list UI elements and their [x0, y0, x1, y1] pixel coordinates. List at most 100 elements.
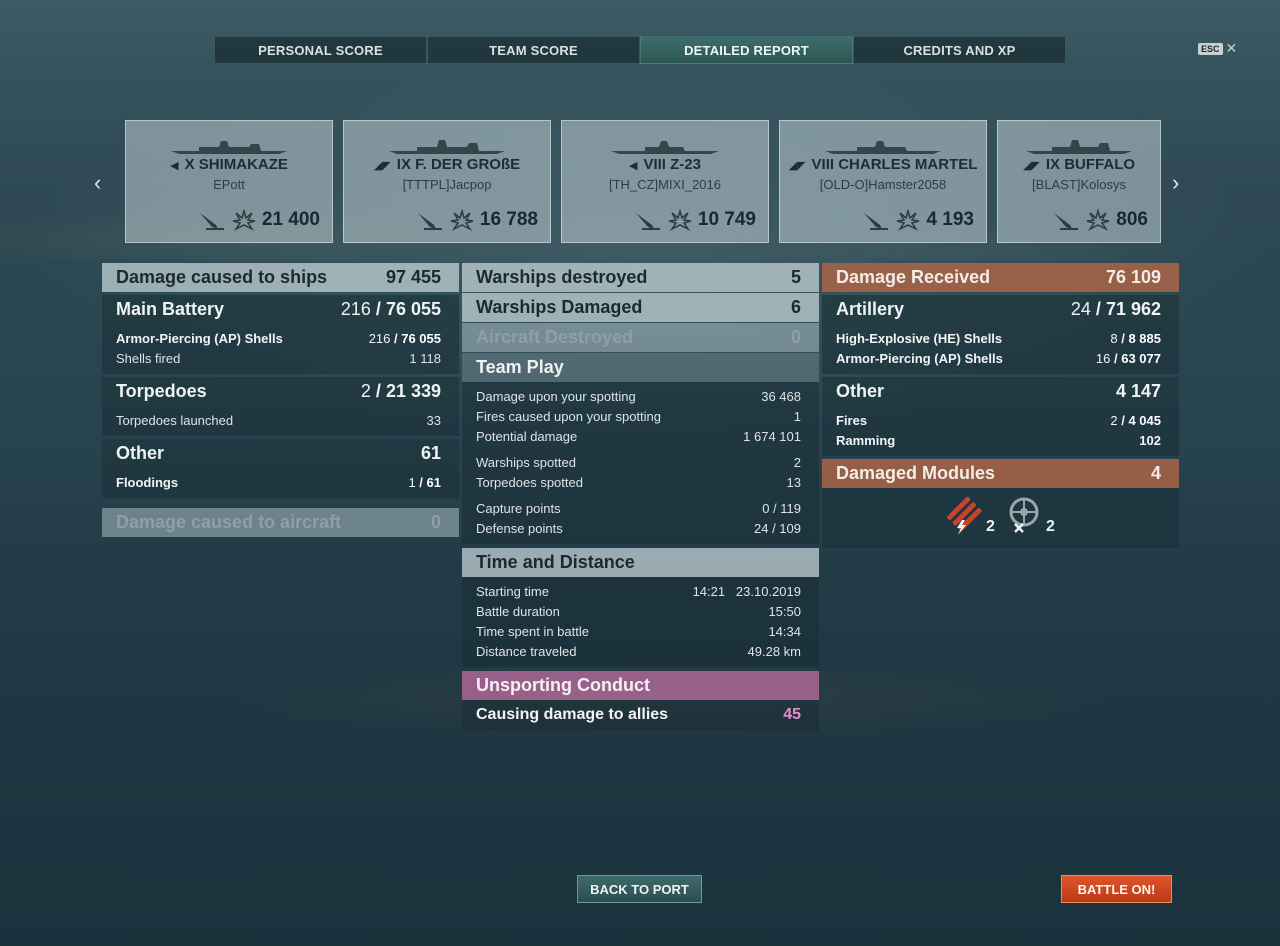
- tab-credits-xp[interactable]: CREDITS AND XP: [853, 36, 1066, 64]
- aircraft-destroyed-header: Aircraft Destroyed 0: [462, 323, 819, 352]
- ally-damage-row: Causing damage to allies 45: [476, 703, 801, 727]
- player-name: [TTTPL]Jacpop: [402, 177, 492, 192]
- torpedo-hit-icon: [1054, 213, 1079, 230]
- fires-hits: 2: [1110, 413, 1118, 428]
- he-shells-label: High-Explosive (HE) Shells: [836, 331, 1003, 346]
- damage-burst-icon: [1087, 209, 1110, 231]
- report-tabs: PERSONAL SCORE TEAM SCORE DETAILED REPOR…: [214, 36, 1066, 64]
- ap-shells-row: Armor-Piercing (AP) Shells 216 / 76 055: [116, 329, 441, 349]
- torpedoes-damage: 21 339: [385, 381, 441, 401]
- ship-name: ◢◤ IX BUFFALO: [1022, 156, 1136, 173]
- player-card[interactable]: ◢◤ VIII CHARLES MARTEL [OLD-O]Hamster2058…: [779, 120, 987, 243]
- player-name: [TH_CZ]MIXI_2016: [609, 177, 721, 192]
- tab-personal-score[interactable]: PERSONAL SCORE: [214, 36, 427, 64]
- he-shells-damage: 8 885: [1128, 331, 1161, 346]
- carousel-prev-button[interactable]: ‹: [94, 170, 101, 196]
- ship-name-text: IX F. DER GROßE: [396, 156, 521, 173]
- artillery-label: Artillery: [836, 299, 905, 319]
- battle-on-button[interactable]: BATTLE ON!: [1061, 875, 1172, 903]
- ship-name-text: IX BUFFALO: [1045, 156, 1136, 173]
- ship-name: ◀ X SHIMAKAZE: [170, 156, 288, 173]
- torpedo-hit-icon: [417, 213, 442, 230]
- card-damage-value: 16 788: [479, 209, 538, 230]
- card-stats: 10 749: [634, 209, 756, 231]
- spotting-damage-row: Damage upon your spotting 36 468: [476, 387, 801, 407]
- ap-received-label: Armor-Piercing (AP) Shells: [836, 351, 1003, 366]
- tab-team-score[interactable]: TEAM SCORE: [427, 36, 640, 64]
- starting-time-row: Starting time 14:21 23.10.2019: [476, 582, 801, 602]
- team-play-header: Team Play: [462, 353, 819, 382]
- damaged-modules-list: 2 2: [822, 488, 1179, 548]
- close-button[interactable]: ESC ✕: [1198, 40, 1237, 57]
- player-card[interactable]: ◀ X SHIMAKAZE EPott 21 400: [125, 120, 333, 243]
- player-name: [BLAST]Kolosys: [1032, 177, 1126, 192]
- main-battery-header: Main Battery 216 / 76 055: [102, 295, 459, 324]
- esc-key-label: ESC: [1198, 42, 1223, 55]
- floodings-row: Floodings 1 / 61: [116, 473, 441, 493]
- damage-burst-icon: [897, 209, 920, 231]
- floodings-hits: 1: [408, 475, 416, 490]
- damage-received-value: 76 109: [1105, 267, 1161, 287]
- steering-gear-damaged-icon: [1009, 497, 1039, 533]
- torpedo-hit-icon: [635, 213, 660, 230]
- battle-duration-value: 15:50: [768, 604, 801, 619]
- torpedoes-launched-label: Torpedoes launched: [116, 413, 234, 428]
- warships-spotted-row: Warships spotted 2: [476, 453, 801, 473]
- artillery-hits: 24: [1070, 299, 1091, 319]
- ap-shells-value: 216 / 76 055: [368, 331, 441, 346]
- card-damage-value: 10 749: [697, 209, 756, 230]
- player-card[interactable]: ◢◤ IX BUFFALO [BLAST]Kolosys 806: [997, 120, 1161, 243]
- warships-damaged-value: 6: [790, 297, 801, 317]
- ally-damage-label: Causing damage to allies: [476, 706, 669, 723]
- capture-points-label: Capture points: [476, 501, 561, 516]
- ramming-value: 102: [1139, 433, 1161, 448]
- ramming-label: Ramming: [836, 433, 896, 448]
- player-card[interactable]: ◢◤ IX F. DER GROßE [TTTPL]Jacpop 16 788: [343, 120, 551, 243]
- tab-detailed-report[interactable]: DETAILED REPORT: [640, 36, 853, 64]
- ap-received-value: 16 / 63 077: [1095, 351, 1161, 366]
- capture-points-row: Capture points 0 / 119: [476, 499, 801, 519]
- ap-shells-damage: 76 055: [401, 331, 441, 346]
- battle-duration-label: Battle duration: [476, 604, 560, 619]
- main-battery-rows: Armor-Piercing (AP) Shells 216 / 76 055 …: [102, 324, 459, 374]
- defense-points-label: Defense points: [476, 521, 563, 536]
- ship-name-text: VIII Z-23: [643, 156, 701, 173]
- torpedoes-spotted-value: 13: [786, 475, 801, 490]
- damage-burst-icon: [668, 209, 692, 231]
- player-name: [OLD-O]Hamster2058: [819, 177, 947, 192]
- carousel-next-button[interactable]: ›: [1172, 170, 1179, 196]
- time-spent-row: Time spent in battle 14:34: [476, 622, 801, 642]
- player-cards: ◀ X SHIMAKAZE EPott 21 400 ◢◤ IX F. DER GR…: [125, 120, 1161, 244]
- warships-spotted-value: 2: [793, 455, 801, 470]
- close-icon: ✕: [1225, 40, 1238, 56]
- card-stats: 21 400: [198, 209, 320, 231]
- spotting-fires-value: 1: [793, 409, 801, 424]
- fires-label: Fires: [836, 413, 868, 428]
- other-dealt-value: 61: [420, 443, 441, 463]
- unsporting-label: Unsporting Conduct: [476, 675, 650, 695]
- warships-damaged-label: Warships Damaged: [476, 297, 643, 317]
- damage-received-header: Damage Received 76 109: [822, 263, 1179, 292]
- torpedoes-label: Torpedoes: [116, 381, 207, 401]
- ship-name: ◢◤ IX F. DER GROßE: [373, 156, 521, 173]
- ship-name: ◀ VIII Z-23: [629, 156, 701, 173]
- torpedoes-header: Torpedoes 2 / 21 339: [102, 377, 459, 406]
- artillery-value: 24 / 71 962: [1070, 299, 1161, 319]
- ap-received-damage: 63 077: [1121, 351, 1161, 366]
- potential-damage-row: Potential damage 1 674 101: [476, 427, 801, 447]
- card-stats: 16 788: [416, 209, 538, 231]
- other-dealt-label: Other: [116, 443, 165, 463]
- time-spent-label: Time spent in battle: [476, 624, 589, 639]
- damage-aircraft-header: Damage caused to aircraft 0: [102, 508, 459, 537]
- fires-value: 2 / 4 045: [1110, 413, 1161, 428]
- back-to-port-button[interactable]: BACK TO PORT: [577, 875, 702, 903]
- player-card[interactable]: ◀ VIII Z-23 [TH_CZ]MIXI_2016 10 749: [561, 120, 769, 243]
- torpedo-hit-icon: [199, 213, 224, 230]
- main-battery-hits: 216: [340, 299, 371, 319]
- time-distance-header: Time and Distance: [462, 548, 819, 577]
- unsporting-rows: Causing damage to allies 45: [462, 700, 819, 731]
- main-battery-label: Main Battery: [116, 299, 225, 319]
- module-torpedo-tubes: 2: [944, 494, 995, 536]
- torpedoes-spotted-label: Torpedoes spotted: [476, 475, 583, 490]
- battle-duration-row: Battle duration 15:50: [476, 602, 801, 622]
